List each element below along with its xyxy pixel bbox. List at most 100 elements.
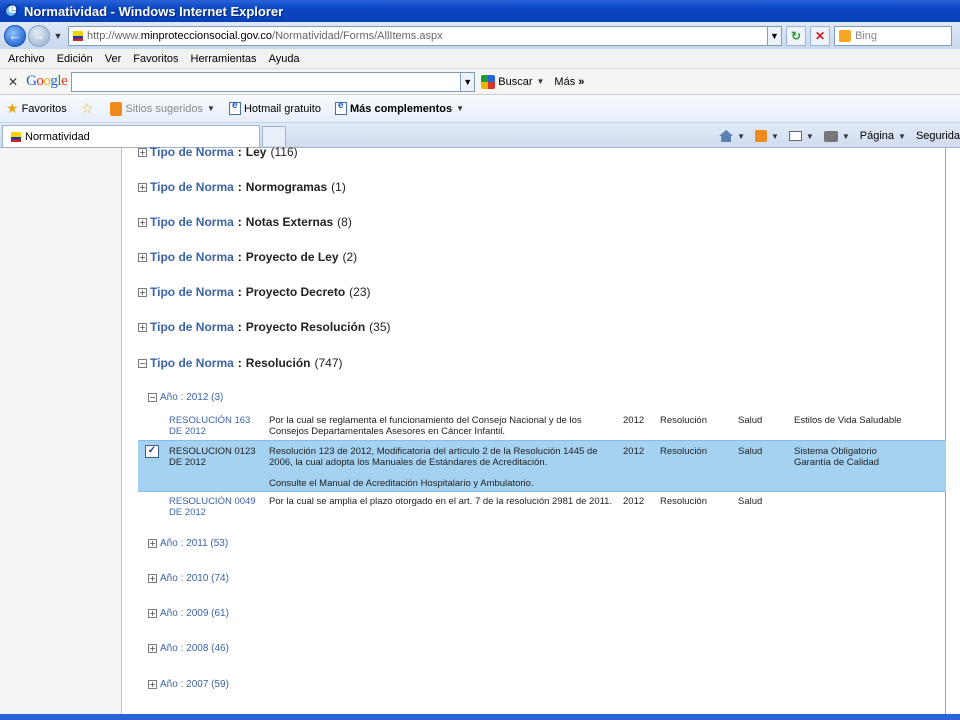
year-group-header[interactable]: + Año : 2007 (59)	[148, 679, 229, 690]
google-toolbar: ✕ Google ▼ Buscar ▼ Más »	[0, 69, 960, 95]
expand-plus-icon[interactable]: +	[148, 680, 157, 689]
favoritos-button[interactable]: ★ Favoritos	[6, 100, 67, 117]
print-button[interactable]: ▼	[823, 130, 850, 142]
year-group-header[interactable]: − Año : 2012 (3)	[148, 392, 223, 403]
forward-button[interactable]: →	[28, 24, 50, 47]
collapse-minus-icon[interactable]: −	[148, 393, 157, 402]
document-title-link[interactable]: DE 2012	[169, 457, 206, 468]
url-domain: minproteccionsocial.gov.co	[140, 29, 273, 42]
document-title-link[interactable]: DE 2012	[169, 507, 206, 518]
history-dropdown-icon[interactable]: ▼	[52, 31, 64, 41]
chevron-down-icon: ▼	[841, 131, 850, 141]
expand-plus-icon[interactable]: +	[138, 217, 147, 227]
google-icon	[481, 74, 496, 89]
group-header[interactable]: − Tipo de Norma : Resolución (747)	[138, 356, 343, 370]
description: Consejos Departamentales Asesores en Cán…	[269, 426, 506, 437]
chevron-down-icon: ▼	[898, 131, 906, 141]
stop-button[interactable]: ✕	[810, 25, 830, 46]
menu-edicion[interactable]: Edición	[57, 53, 93, 65]
group-header[interactable]: + Tipo de Norma : Proyecto Resolución (3…	[138, 320, 391, 334]
title-bar: Normatividad - Windows Internet Explorer	[0, 0, 960, 22]
mail-button[interactable]: ▼	[788, 131, 814, 141]
favorites-star-icon: ★	[6, 100, 19, 116]
topic-cell: Estilos de Vida Saludable	[794, 415, 902, 426]
row-checkbox[interactable]: ✓	[145, 445, 159, 458]
menu-archivo[interactable]: Archivo	[8, 53, 45, 65]
google-search-dropdown-icon[interactable]: ▼	[461, 71, 476, 92]
ie-page-icon	[335, 100, 347, 115]
buscar-button[interactable]: Buscar ▼	[481, 74, 544, 89]
hotmail-link[interactable]: Hotmail gratuito	[228, 100, 321, 115]
expand-plus-icon[interactable]: +	[138, 182, 147, 192]
address-toolbar: ← → ▼ http://www. minproteccionsocial.gov…	[0, 22, 960, 49]
group-header[interactable]: + Tipo de Norma : Normogramas (1)	[138, 180, 346, 194]
google-search-input[interactable]	[71, 71, 462, 92]
area-cell: Salud	[738, 496, 763, 507]
menu-ayuda[interactable]: Ayuda	[269, 53, 300, 65]
menu-favoritos[interactable]: Favoritos	[133, 53, 178, 65]
ie-page-icon	[228, 100, 241, 115]
home-button[interactable]: ▼	[719, 130, 745, 142]
group-header[interactable]: + Tipo de Norma : Proyecto de Ley (2)	[138, 250, 357, 264]
new-tab-button[interactable]	[262, 126, 286, 146]
add-favorite-button[interactable]: ☆	[81, 100, 97, 117]
address-input[interactable]: http://www. minproteccionsocial.gov.co/No…	[68, 25, 768, 46]
year-group-header[interactable]: + Año : 2010 (74)	[148, 573, 229, 584]
expand-plus-icon[interactable]: +	[138, 287, 147, 297]
collapse-minus-icon[interactable]: −	[138, 358, 147, 368]
expand-plus-icon[interactable]: +	[148, 574, 157, 583]
document-title-link[interactable]: RESOLUCIÓN 163	[169, 415, 250, 426]
sitios-sugeridos-link[interactable]: Sitios sugeridos ▼	[110, 101, 215, 116]
bing-search-input[interactable]: Bing	[834, 25, 952, 46]
type-cell: Resolución	[660, 446, 707, 457]
table-row-selected[interactable]: ✓ RESOLUCION 0123 DE 2012 Resolución 123…	[138, 440, 946, 492]
expand-plus-icon[interactable]: +	[138, 147, 147, 157]
menu-bar: Archivo Edición Ver Favoritos Herramient…	[0, 49, 960, 69]
ie-logo-icon	[4, 2, 18, 18]
year-cell: 2012	[623, 496, 645, 507]
year-group-header[interactable]: + Año : 2008 (46)	[148, 643, 229, 654]
year-group-header[interactable]: + Año : 2009 (61)	[148, 608, 229, 619]
address-dropdown-icon[interactable]: ▼	[768, 25, 782, 46]
bing-icon	[839, 29, 851, 42]
type-cell: Resolución	[660, 496, 707, 507]
menu-herramientas[interactable]: Herramientas	[191, 53, 257, 65]
close-toolbar-icon[interactable]: ✕	[8, 75, 18, 89]
expand-plus-icon[interactable]: +	[148, 539, 157, 548]
document-title-link[interactable]: RESOLUCIÓN 0049	[169, 496, 256, 507]
print-icon	[823, 130, 838, 142]
year-group-header[interactable]: + Año : 2011 (53)	[148, 538, 228, 549]
menu-ver[interactable]: Ver	[105, 53, 122, 65]
table-row[interactable]: RESOLUCIÓN 0049 DE 2012 Por la cual se a…	[138, 494, 946, 520]
table-row[interactable]: RESOLUCIÓN 163 DE 2012 Por la cual se re…	[138, 413, 946, 439]
expand-plus-icon[interactable]: +	[138, 252, 147, 262]
seguridad-menu[interactable]: Segurida	[916, 130, 960, 142]
complementos-link[interactable]: Más complementos ▼	[335, 100, 464, 115]
suggested-sites-icon	[110, 101, 123, 116]
description-link[interactable]: Consulte el Manual de Acreditación Hospi…	[269, 478, 534, 489]
pagina-menu[interactable]: Página ▼	[860, 130, 906, 142]
group-header[interactable]: + Tipo de Norma : Notas Externas (8)	[138, 215, 352, 229]
group-header[interactable]: + Tipo de Norma : Ley (116)	[138, 145, 298, 159]
google-logo: Google	[26, 73, 68, 89]
type-cell: Resolución	[660, 415, 707, 426]
mas-button[interactable]: Más »	[554, 76, 584, 88]
expand-plus-icon[interactable]: +	[148, 644, 157, 653]
back-button[interactable]: ←	[4, 24, 26, 47]
add-favorite-icon: ☆	[80, 100, 94, 116]
chevron-down-icon: ▼	[207, 104, 215, 113]
window-title: Normatividad - Windows Internet Explorer	[24, 3, 284, 19]
area-cell: Salud	[738, 446, 763, 457]
year-cell: 2012	[623, 446, 645, 457]
expand-plus-icon[interactable]: +	[138, 322, 147, 332]
command-bar: ▼ ▼ ▼ ▼ Página ▼ Segurida	[719, 126, 960, 146]
tab-normatividad[interactable]: Normatividad	[2, 125, 260, 147]
document-title-link[interactable]: RESOLUCION 0123	[169, 446, 256, 457]
expand-plus-icon[interactable]: +	[148, 609, 157, 618]
refresh-button[interactable]: ↻	[786, 25, 806, 46]
description: Por la cual se reglamenta el funcionamie…	[269, 415, 582, 426]
bing-placeholder: Bing	[855, 29, 878, 42]
document-title-link[interactable]: DE 2012	[169, 426, 206, 437]
group-header[interactable]: + Tipo de Norma : Proyecto Decreto (23)	[138, 285, 371, 299]
feeds-button[interactable]: ▼	[755, 130, 779, 142]
